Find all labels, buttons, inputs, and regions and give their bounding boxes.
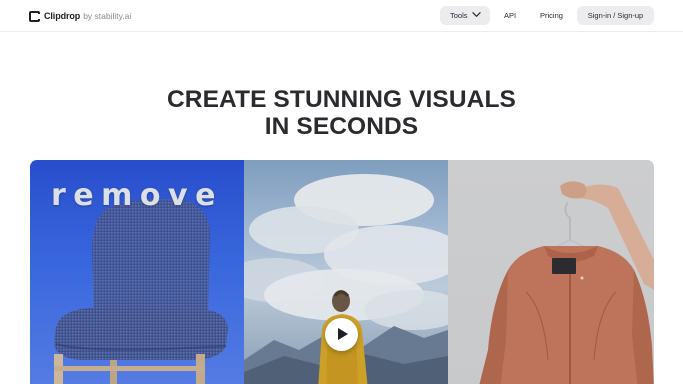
pricing-label: Pricing <box>540 11 563 20</box>
hero-title-line1: CREATE STUNNING VISUALS <box>167 86 516 113</box>
api-label: API <box>504 11 517 20</box>
person-sky-image <box>244 174 448 384</box>
signin-signup-button[interactable]: Sign-in / Sign-up <box>577 6 654 25</box>
tools-label: Tools <box>450 11 468 20</box>
top-navbar: Clipdrop by stability.ai Tools API Prici… <box>0 0 683 32</box>
chevron-down-icon <box>472 12 481 17</box>
logo-byline: by stability.ai <box>83 11 132 21</box>
sky-person-panel <box>244 160 448 384</box>
tools-menu-button[interactable]: Tools <box>440 6 490 25</box>
hero-title-line2: IN SECONDS <box>264 113 419 140</box>
hero-title: CREATE STUNNING VISUALS IN SECONDS <box>0 86 683 140</box>
remove-background-panel: remove <box>30 160 244 384</box>
nav-link-pricing[interactable]: Pricing <box>540 6 563 25</box>
jacket-panel <box>448 160 654 384</box>
nav-link-api[interactable]: API <box>504 6 516 25</box>
remove-overlay-text: remove <box>51 178 223 213</box>
logo-name: Clipdrop <box>44 11 81 21</box>
signin-label: Sign-in / Sign-up <box>587 11 644 20</box>
hero-media-strip: remove <box>30 160 654 384</box>
play-video-button[interactable] <box>325 318 358 351</box>
clipdrop-logo[interactable]: Clipdrop by stability.ai <box>29 9 131 23</box>
clipdrop-logo-icon <box>29 10 41 22</box>
jacket-image <box>479 181 654 384</box>
